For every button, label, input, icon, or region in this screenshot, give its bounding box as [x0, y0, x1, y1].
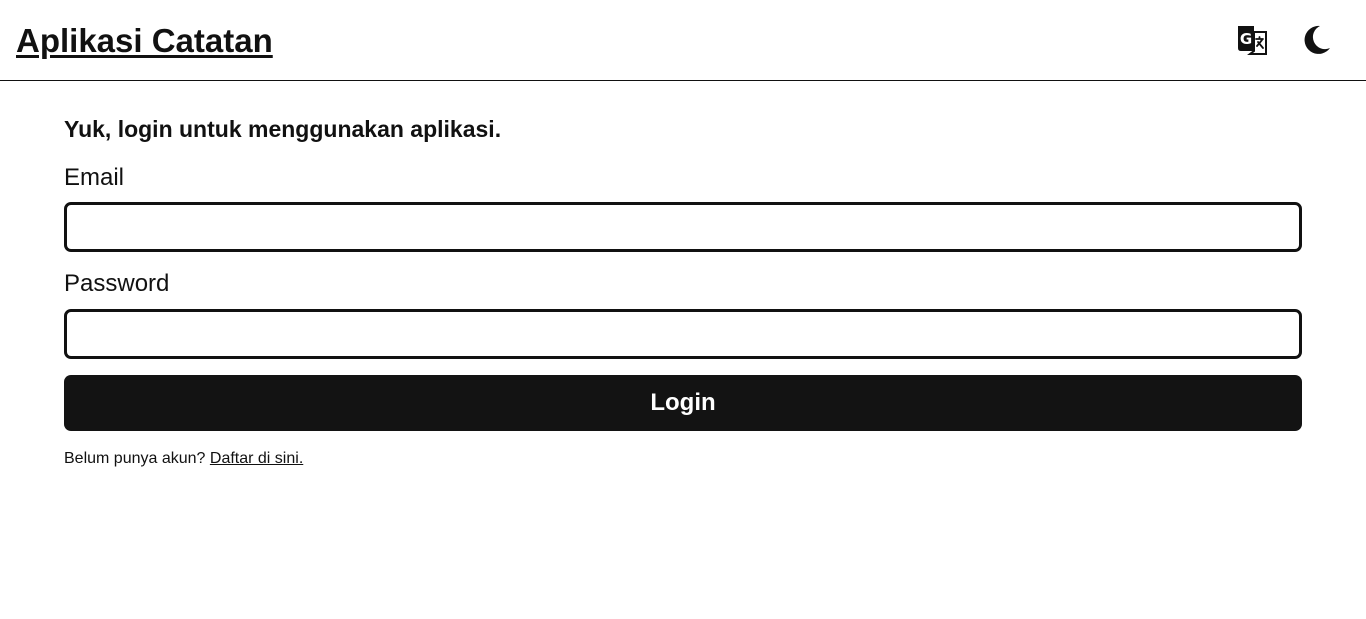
header-actions: G — [1234, 22, 1334, 58]
register-prompt-text: Belum punya akun? — [64, 450, 206, 468]
login-button[interactable]: Login — [64, 375, 1302, 432]
theme-toggle-button[interactable] — [1298, 22, 1334, 58]
password-input[interactable] — [64, 309, 1302, 360]
translate-icon: G — [1238, 26, 1267, 55]
register-prompt: Belum punya akun? Daftar di sini. — [64, 449, 1302, 468]
app-title-link[interactable]: Aplikasi Catatan — [16, 24, 273, 57]
email-input[interactable] — [64, 202, 1302, 253]
svg-text:G: G — [1240, 30, 1252, 48]
app-header: Aplikasi Catatan G — [0, 0, 1366, 81]
login-page: Yuk, login untuk menggunakan aplikasi. E… — [64, 81, 1302, 468]
moon-icon — [1304, 25, 1330, 54]
password-label: Password — [64, 270, 170, 298]
login-intro-text: Yuk, login untuk menggunakan aplikasi. — [64, 116, 502, 142]
register-link[interactable]: Daftar di sini. — [210, 450, 303, 467]
email-label: Email — [64, 163, 125, 191]
translate-button[interactable]: G — [1234, 22, 1270, 58]
